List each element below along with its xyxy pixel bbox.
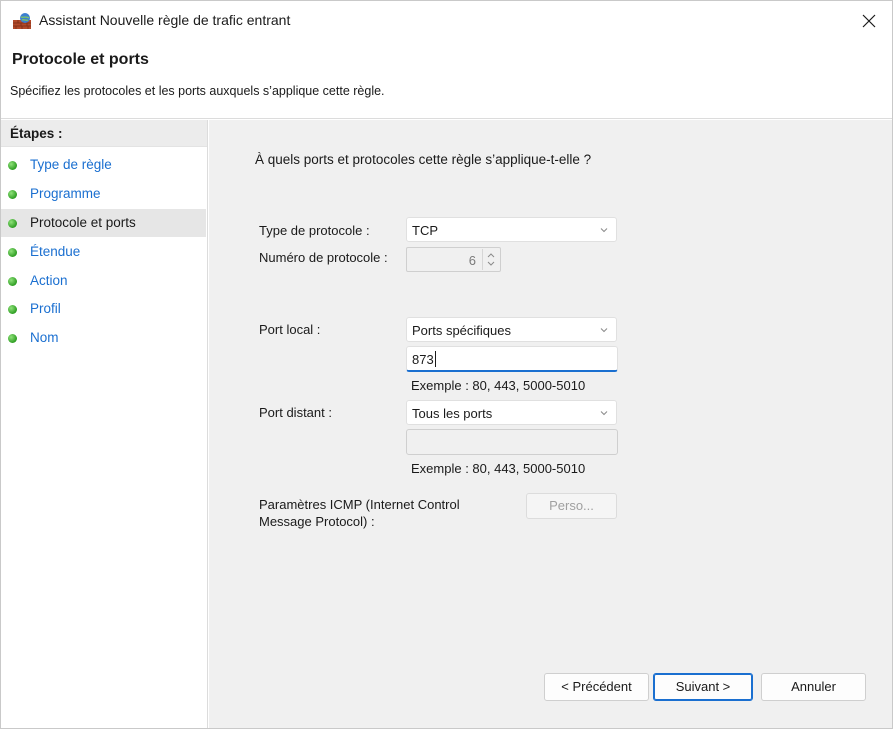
protocol-number-stepper[interactable]: 6	[406, 247, 501, 272]
steps-header: Étapes :	[1, 120, 207, 147]
step-nom[interactable]: Nom	[1, 324, 206, 352]
icmp-perso-button: Perso...	[526, 493, 617, 519]
step-label: Nom	[30, 330, 59, 345]
step-label: Type de règle	[30, 157, 112, 172]
steps-sidebar: Étapes : Type de règle Programme Protoco…	[1, 120, 208, 728]
remote-port-value: Tous les ports	[412, 406, 493, 421]
local-port-input-value: 873	[412, 352, 434, 367]
green-dot-icon	[8, 277, 17, 286]
question-text: À quels ports et protocoles cette règle …	[255, 152, 592, 167]
previous-button[interactable]: < Précédent	[544, 673, 649, 701]
text-caret	[435, 351, 436, 367]
remote-port-example: Exemple : 80, 443, 5000-5010	[411, 461, 586, 476]
protocol-type-value: TCP	[412, 223, 438, 238]
protocol-type-label: Type de protocole :	[259, 223, 370, 238]
chevron-down-icon	[600, 411, 608, 416]
spin-up-icon[interactable]	[487, 252, 495, 258]
local-port-input[interactable]: 873	[406, 346, 618, 372]
step-label: Profil	[30, 301, 61, 316]
wizard-header: Protocole et ports Spécifiez les protoco…	[1, 41, 892, 119]
steps-heading: Étapes :	[10, 126, 63, 141]
step-label: Programme	[30, 186, 101, 201]
local-port-value: Ports spécifiques	[412, 323, 511, 338]
step-label: Action	[30, 273, 68, 288]
green-dot-icon	[8, 248, 17, 257]
green-dot-icon	[8, 219, 17, 228]
protocol-number-value: 6	[468, 253, 476, 268]
local-port-example: Exemple : 80, 443, 5000-5010	[411, 378, 586, 393]
step-label: Protocole et ports	[30, 215, 136, 230]
protocol-type-dropdown[interactable]: TCP	[406, 217, 617, 242]
remote-port-dropdown[interactable]: Tous les ports	[406, 400, 617, 425]
step-etendue[interactable]: Étendue	[1, 238, 206, 266]
local-port-dropdown[interactable]: Ports spécifiques	[406, 317, 617, 342]
remote-port-label: Port distant :	[259, 405, 332, 420]
step-action[interactable]: Action	[1, 267, 206, 295]
stepper-buttons	[482, 249, 499, 270]
step-label: Étendue	[30, 244, 81, 259]
protocol-number-label: Numéro de protocole :	[259, 250, 388, 265]
window-title: Assistant Nouvelle règle de trafic entra…	[39, 12, 291, 28]
green-dot-icon	[8, 334, 17, 343]
green-dot-icon	[8, 190, 17, 199]
local-port-label: Port local :	[259, 322, 321, 337]
step-type-de-regle[interactable]: Type de règle	[1, 151, 206, 179]
next-button[interactable]: Suivant >	[653, 673, 753, 701]
firewall-icon	[13, 13, 31, 29]
step-profil[interactable]: Profil	[1, 295, 206, 323]
remote-port-input	[406, 429, 618, 455]
wizard-window: Assistant Nouvelle règle de trafic entra…	[0, 0, 893, 729]
spin-down-icon[interactable]	[487, 261, 495, 267]
icmp-label-line1: Paramètres ICMP (Internet Control	[259, 497, 460, 512]
close-icon	[862, 14, 876, 28]
step-protocole-et-ports[interactable]: Protocole et ports	[1, 209, 206, 237]
close-button[interactable]	[847, 5, 891, 37]
chevron-down-icon	[600, 328, 608, 333]
main-panel: À quels ports et protocoles cette règle …	[209, 120, 892, 728]
step-programme[interactable]: Programme	[1, 180, 206, 208]
title-bar: Assistant Nouvelle règle de trafic entra…	[1, 1, 892, 41]
chevron-down-icon	[600, 228, 608, 233]
green-dot-icon	[8, 161, 17, 170]
green-dot-icon	[8, 305, 17, 314]
page-subtitle: Spécifiez les protocoles et les ports au…	[10, 84, 385, 98]
page-title: Protocole et ports	[12, 51, 149, 68]
icmp-label-line2: Message Protocol) :	[259, 514, 375, 529]
cancel-button[interactable]: Annuler	[761, 673, 866, 701]
